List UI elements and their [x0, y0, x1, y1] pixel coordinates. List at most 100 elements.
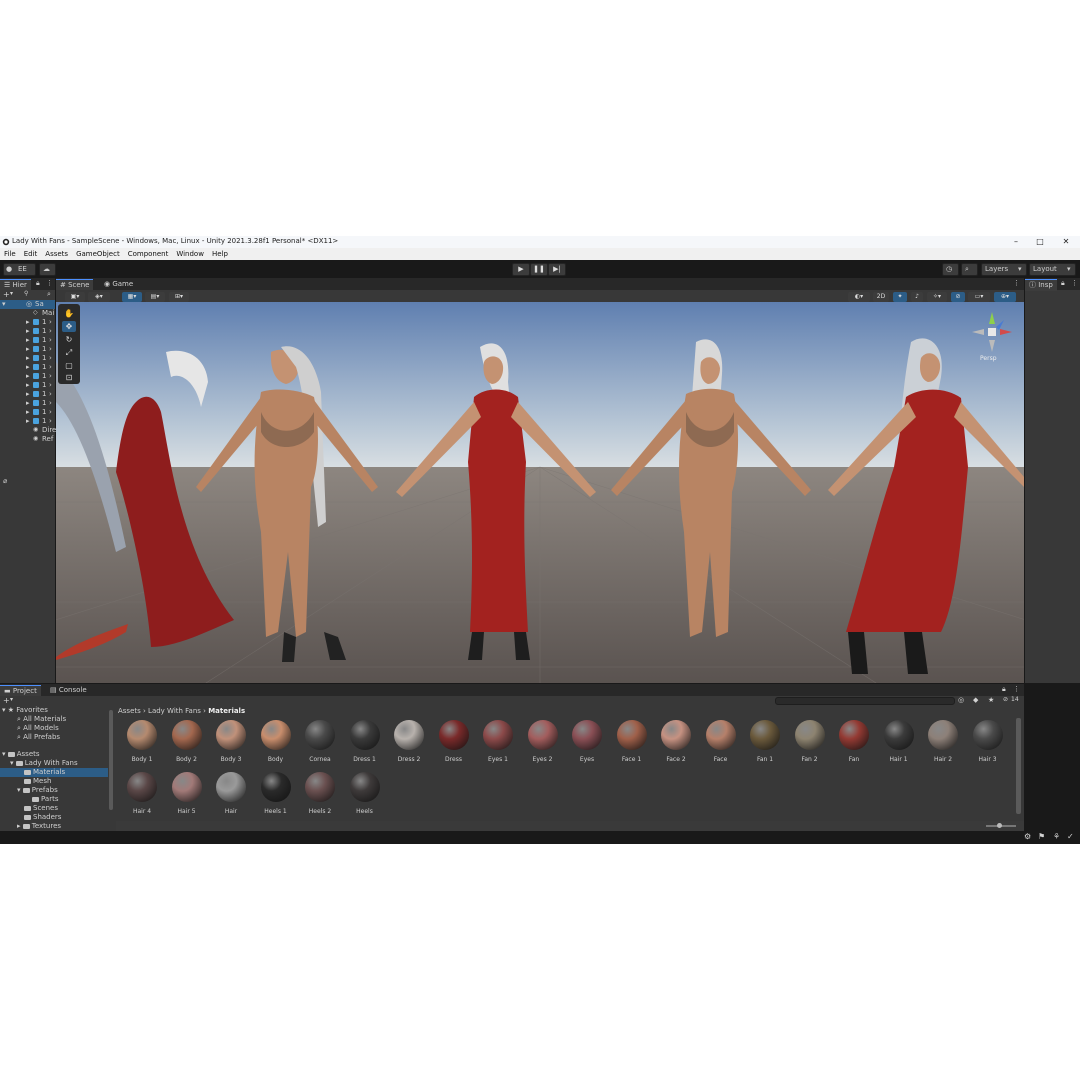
- kebab-menu-icon[interactable]: ⋮: [1071, 279, 1078, 287]
- folder-lady-with-fans[interactable]: ▾ Lady With Fans: [10, 759, 78, 768]
- label-icon[interactable]: ◆: [973, 696, 978, 704]
- expand-arrow-icon[interactable]: ▸: [26, 408, 30, 416]
- search-by-type-icon[interactable]: ◎: [958, 696, 964, 704]
- zoom-slider-thumb[interactable]: [997, 823, 1002, 828]
- lighting-icon[interactable]: ✦: [893, 292, 907, 302]
- history-button[interactable]: ◷: [942, 263, 959, 276]
- material-asset[interactable]: Hair 5: [169, 772, 205, 822]
- expand-arrow-icon[interactable]: ▸: [26, 354, 30, 362]
- chevron-down-icon[interactable]: ▾: [10, 290, 13, 297]
- audio-icon[interactable]: ♪: [911, 292, 923, 302]
- tab-console[interactable]: ▤ Console: [46, 685, 91, 696]
- material-asset[interactable]: Heels: [347, 772, 383, 822]
- material-asset[interactable]: Body 1: [124, 720, 160, 770]
- check-icon[interactable]: ✓: [1067, 832, 1074, 841]
- open-prefab-icon[interactable]: ›: [49, 417, 52, 425]
- hierarchy-item[interactable]: ◉ Dire: [0, 426, 56, 435]
- expand-arrow-icon[interactable]: ▸: [26, 345, 30, 353]
- favorite-all-materials[interactable]: ⌕ All Materials: [17, 715, 66, 724]
- hierarchy-item[interactable]: ▸ › 1: [0, 390, 55, 399]
- expand-arrow-icon[interactable]: ▸: [26, 381, 30, 389]
- hierarchy-item[interactable]: ▸ › 1: [0, 354, 55, 363]
- open-prefab-icon[interactable]: ›: [49, 372, 52, 380]
- assets-row[interactable]: ▾ Assets: [2, 750, 40, 759]
- collab-icon[interactable]: ⚙: [1024, 832, 1031, 841]
- material-asset[interactable]: Hair 4: [124, 772, 160, 822]
- grid-snap-button[interactable]: ▦▾: [122, 292, 142, 302]
- material-asset[interactable]: Cornea: [302, 720, 338, 770]
- toggle-2d-button[interactable]: 2D: [873, 292, 889, 302]
- menu-window[interactable]: Window: [172, 248, 208, 260]
- hierarchy-item[interactable]: ▸ › 1: [0, 381, 55, 390]
- tab-inspector[interactable]: ⓘ Insp: [1025, 279, 1057, 291]
- expand-arrow-icon[interactable]: ▸: [26, 417, 30, 425]
- material-asset[interactable]: Eyes 2: [525, 720, 561, 770]
- star-icon[interactable]: ★: [988, 696, 994, 704]
- material-asset[interactable]: Heels 2: [302, 772, 338, 822]
- open-prefab-icon[interactable]: ›: [49, 363, 52, 371]
- material-asset[interactable]: Fan: [836, 720, 872, 770]
- material-asset[interactable]: Body: [258, 720, 294, 770]
- favorite-all-models[interactable]: ⌕ All Models: [17, 724, 59, 733]
- material-asset[interactable]: Fan 2: [792, 720, 828, 770]
- kebab-menu-icon[interactable]: ⋮: [46, 279, 53, 287]
- transform-tool-icon[interactable]: ⊡: [62, 372, 76, 383]
- menu-edit[interactable]: Edit: [20, 248, 42, 260]
- bug-icon[interactable]: ⚑: [1038, 832, 1045, 841]
- hand-tool-icon[interactable]: ✋: [62, 308, 76, 319]
- expand-arrow-icon[interactable]: ▸: [26, 363, 30, 371]
- increment-snap-button[interactable]: ▤▾: [145, 292, 165, 302]
- open-prefab-icon[interactable]: ›: [49, 318, 52, 326]
- orientation-gizmo[interactable]: Persp: [970, 310, 1014, 364]
- add-icon[interactable]: +: [3, 290, 10, 299]
- hierarchy-item[interactable]: ▸ › 1: [0, 417, 55, 426]
- tab-game[interactable]: ◉ Game: [100, 279, 137, 290]
- material-asset[interactable]: Eyes 1: [480, 720, 516, 770]
- pause-button[interactable]: ❚❚: [530, 263, 548, 276]
- menu-help[interactable]: Help: [208, 248, 232, 260]
- expand-arrow-icon[interactable]: ▸: [26, 372, 30, 380]
- search-icon[interactable]: ⌕: [47, 290, 51, 299]
- asset-grid-scrollbar[interactable]: [1016, 718, 1021, 814]
- material-asset[interactable]: Dress 2: [391, 720, 427, 770]
- folder-shaders[interactable]: Shaders: [24, 813, 61, 822]
- hidden-count-icon[interactable]: ⊘: [1003, 696, 1008, 703]
- expand-arrow-icon[interactable]: ▸: [26, 327, 30, 335]
- hierarchy-item[interactable]: ▸ › 1: [0, 345, 55, 354]
- open-prefab-icon[interactable]: ›: [49, 399, 52, 407]
- hierarchy-item[interactable]: ▸ › 1: [0, 372, 55, 381]
- lock-icon[interactable]: 🔒︎: [36, 279, 40, 288]
- material-asset[interactable]: Hair 1: [881, 720, 917, 770]
- rotate-tool-icon[interactable]: ↻: [62, 334, 76, 345]
- menu-gameobject[interactable]: GameObject: [72, 248, 124, 260]
- folder-mesh[interactable]: Mesh: [24, 777, 51, 786]
- breadcrumb-materials[interactable]: Materials: [208, 707, 245, 715]
- material-asset[interactable]: Dress 1: [347, 720, 383, 770]
- open-prefab-icon[interactable]: ›: [49, 408, 52, 416]
- visibility-icon[interactable]: ⌀: [3, 477, 7, 485]
- open-prefab-icon[interactable]: ›: [49, 345, 52, 353]
- hierarchy-item[interactable]: ▸ › 1: [0, 336, 55, 345]
- material-asset[interactable]: Hair: [213, 772, 249, 822]
- open-prefab-icon[interactable]: ›: [49, 381, 52, 389]
- hierarchy-item[interactable]: ▸ › 1: [0, 363, 55, 372]
- minimize-button[interactable]: –: [1004, 236, 1028, 248]
- open-prefab-icon[interactable]: ›: [49, 336, 52, 344]
- material-asset[interactable]: Hair 2: [925, 720, 961, 770]
- account-dropdown[interactable]: ● EE: [3, 263, 36, 276]
- align-button[interactable]: ⊞▾: [169, 292, 189, 302]
- shading-mode-dropdown[interactable]: ◐▾: [848, 292, 870, 302]
- move-tool-icon[interactable]: ✥: [62, 321, 76, 332]
- breadcrumb-lady-with-fans[interactable]: Lady With Fans: [148, 707, 201, 715]
- hierarchy-item[interactable]: ▸ › 1: [0, 318, 55, 327]
- material-asset[interactable]: Body 2: [169, 720, 205, 770]
- layers-dropdown[interactable]: Layers ▾: [981, 263, 1027, 276]
- pivot-dropdown[interactable]: ◈▾: [88, 292, 110, 302]
- hierarchy-item[interactable]: ▸ › 1: [0, 408, 55, 417]
- kebab-menu-icon[interactable]: ⋮: [1013, 279, 1020, 287]
- material-asset[interactable]: Heels 1: [258, 772, 294, 822]
- menu-file[interactable]: File: [0, 248, 20, 260]
- material-asset[interactable]: Body 3: [213, 720, 249, 770]
- expand-arrow-icon[interactable]: ▸: [26, 318, 30, 326]
- maximize-button[interactable]: □: [1028, 236, 1052, 248]
